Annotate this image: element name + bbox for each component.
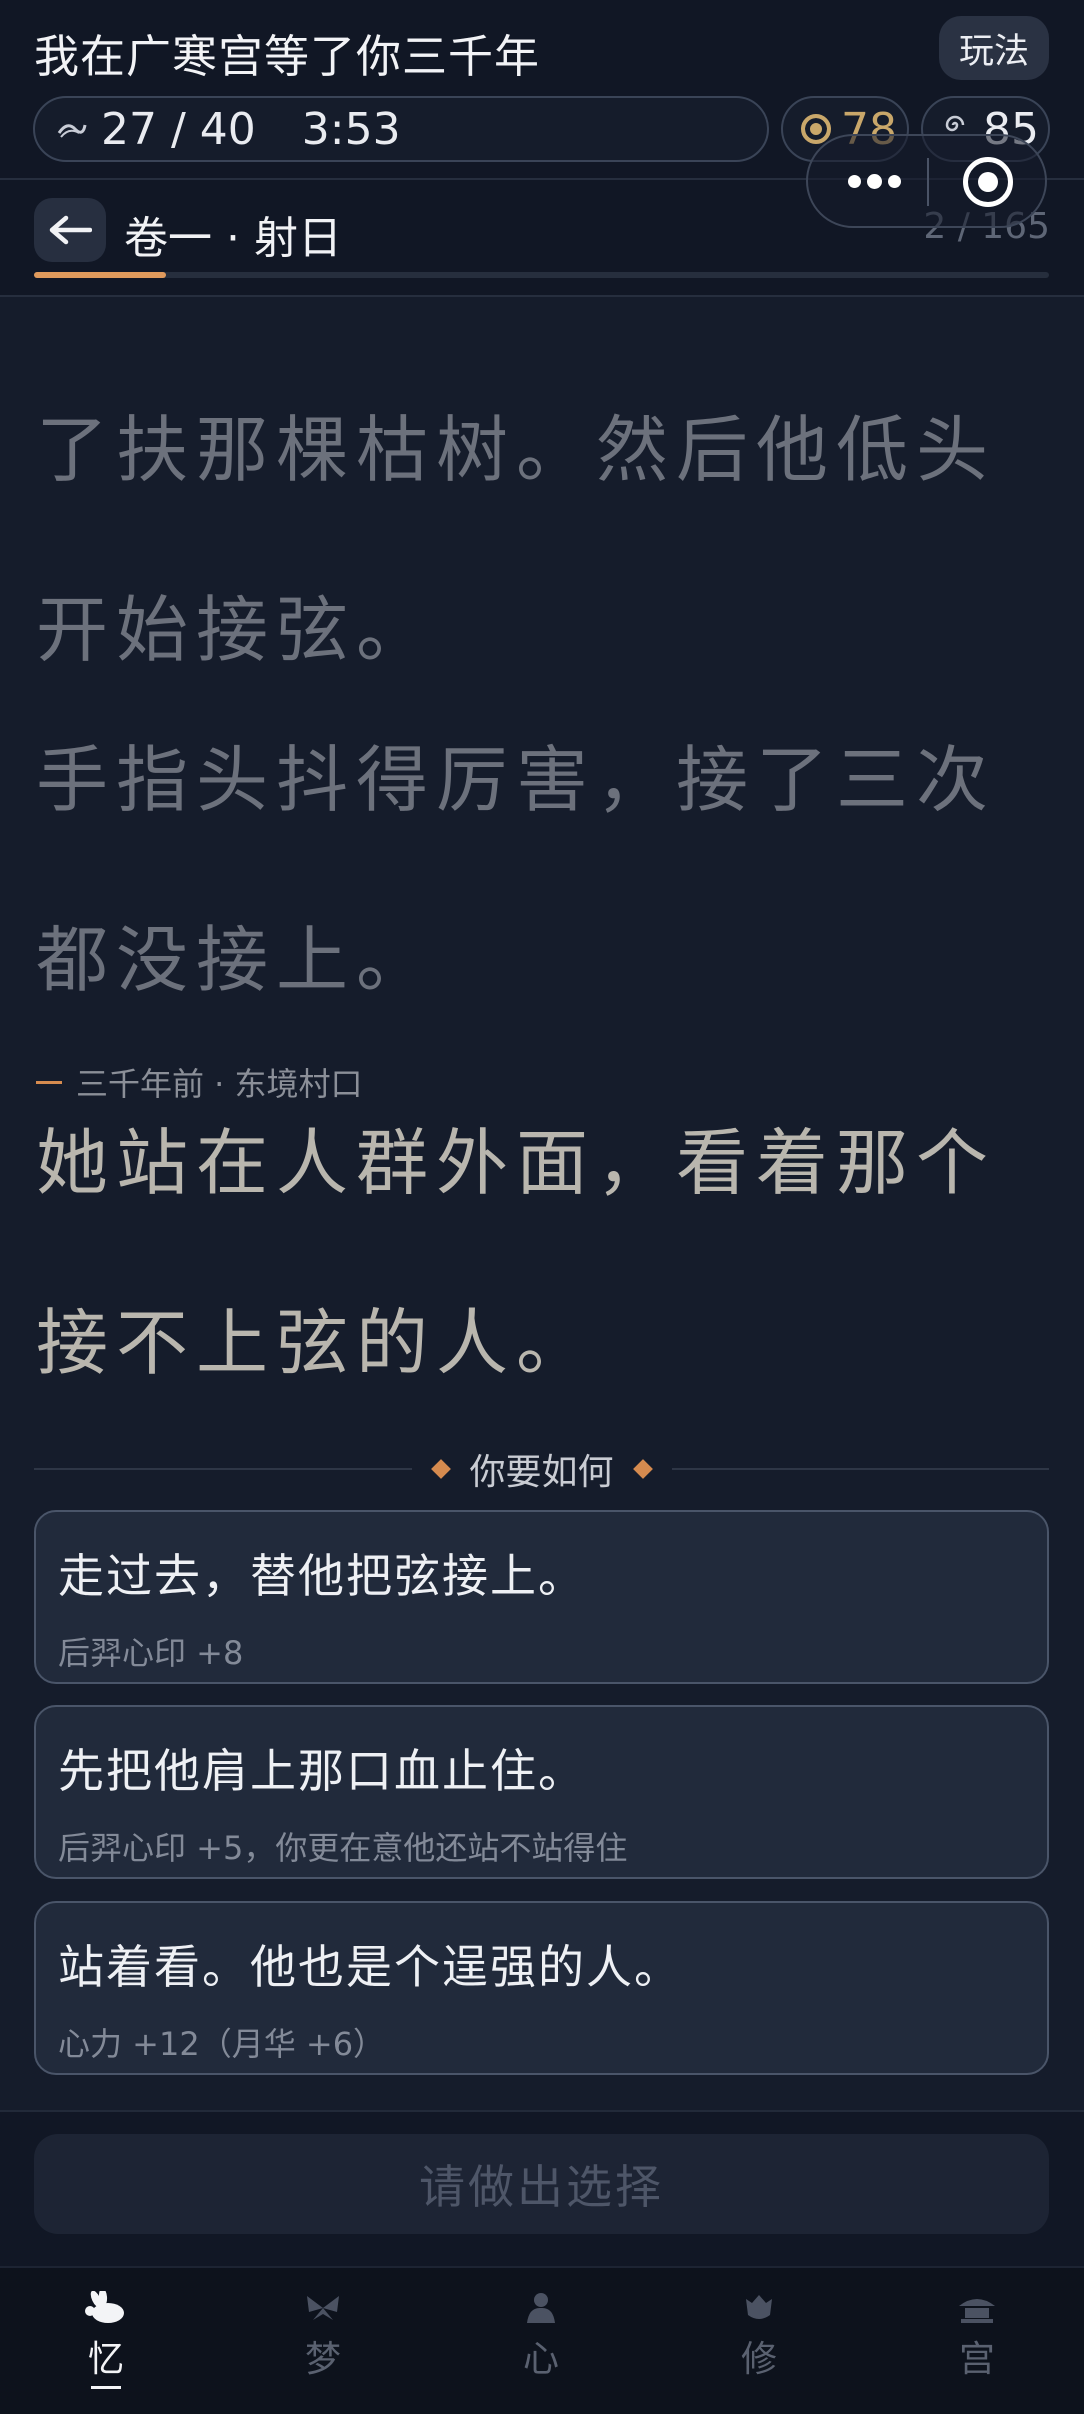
choice-text: 站着看。他也是个逞强的人。 — [58, 1940, 682, 1994]
tab-palace[interactable]: 宫 — [917, 2286, 1037, 2382]
footer-bar: 请做出选择 — [0, 2110, 1084, 2268]
coin-icon — [801, 114, 831, 144]
confirm-choice-button[interactable]: 请做出选择 — [34, 2134, 1049, 2234]
capsule-divider — [927, 158, 929, 206]
progress-timer-pill: 27 / 40 3:53 — [33, 96, 769, 162]
choice-effect: 后羿心印 +5，你更在意他还站不站得住 — [58, 1829, 628, 1867]
arrow-left-icon — [49, 215, 92, 245]
choice-effect: 后羿心印 +8 — [58, 1634, 244, 1672]
chapter-progress-fill — [34, 272, 166, 278]
tab-dream[interactable]: 梦 — [263, 2286, 383, 2382]
progress-count: 27 / 40 — [101, 103, 256, 155]
choice-effect: 心力 +12（月华 +6） — [58, 2025, 386, 2063]
story-paragraph: 手指头抖得厉害，接了三次都没接上。 — [36, 738, 997, 1002]
tab-label: 宫 — [958, 2339, 995, 2380]
tab-cultivate[interactable]: 修 — [699, 2286, 819, 2382]
choice-text: 先把他肩上那口血止住。 — [58, 1744, 586, 1798]
moon-wave-icon — [57, 112, 87, 147]
choice-option[interactable]: 走过去，替他把弦接上。 后羿心印 +8 — [34, 1510, 1049, 1684]
diamond-icon — [430, 1459, 451, 1479]
story-paragraph: 了扶那棵枯树。然后他低头开始接弦。 — [36, 408, 997, 672]
diamond-icon — [632, 1459, 653, 1479]
miniprogram-capsule — [806, 134, 1047, 228]
tab-label: 修 — [740, 2339, 777, 2380]
close-miniprogram-icon[interactable] — [963, 157, 1013, 207]
divider — [671, 1468, 1050, 1470]
butterfly-icon — [263, 2286, 383, 2330]
tab-heart[interactable]: 心 — [481, 2286, 601, 2382]
active-tab-indicator — [91, 2386, 121, 2389]
choice-heading-text: 你要如何 — [469, 1452, 614, 1493]
choice-option[interactable]: 先把他肩上那口血止住。 后羿心印 +5，你更在意他还站不站得住 — [34, 1705, 1049, 1879]
tab-memory[interactable]: 忆 — [46, 2286, 166, 2389]
rules-button[interactable]: 玩法 — [939, 16, 1049, 80]
tab-label: 梦 — [304, 2339, 341, 2380]
chapter-title: 卷一 · 射日 — [124, 213, 342, 264]
choice-text: 走过去，替他把弦接上。 — [58, 1549, 586, 1603]
divider — [34, 1468, 412, 1470]
back-button[interactable] — [34, 198, 106, 262]
choice-heading: 你要如何 — [34, 1444, 1050, 1494]
chapter-progress-bar — [34, 272, 1049, 278]
palace-icon — [917, 2286, 1037, 2330]
heart-figure-icon — [481, 2286, 601, 2330]
app-title: 我在广寒宫等了你三千年 — [34, 30, 541, 83]
bottom-tab-bar: 忆 梦 心 修 宫 — [0, 2266, 1084, 2414]
rabbit-icon — [46, 2286, 166, 2330]
timer: 3:53 — [301, 103, 401, 155]
cauldron-icon — [699, 2286, 819, 2330]
choice-option[interactable]: 站着看。他也是个逞强的人。 心力 +12（月华 +6） — [34, 1901, 1049, 2075]
tab-label: 心 — [522, 2339, 559, 2380]
tab-label: 忆 — [87, 2339, 124, 2380]
more-menu-icon[interactable] — [840, 166, 912, 196]
story-paragraph-current: 她站在人群外面，看着那个接不上弦的人。 — [36, 1121, 997, 1385]
